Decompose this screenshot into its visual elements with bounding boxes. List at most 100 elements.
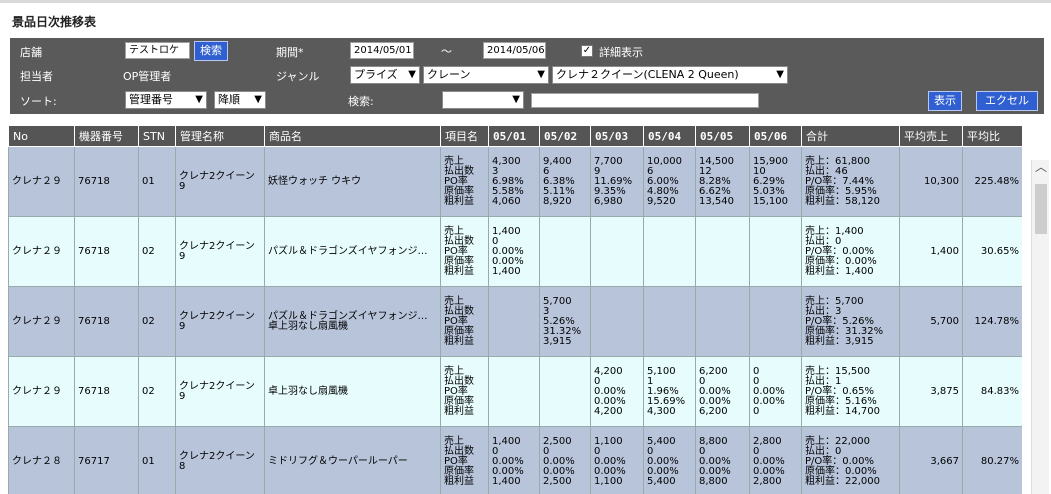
cell-0504-text: 10,000 6 6.00% 4.80% 9,520 bbox=[647, 155, 682, 207]
cell-0503: 4,200 0 0.00% 0.00% 4,200 bbox=[590, 356, 644, 427]
cell-metric-labels-text: 売上 払出数 PO率 原価率 粗利益 bbox=[444, 155, 474, 207]
cell-product-text: ミドリフグ＆ウーパールーパー bbox=[268, 455, 408, 467]
cell-product: パズル＆ドラゴンズイヤフォンジ… bbox=[264, 216, 441, 287]
cell-0506 bbox=[749, 286, 802, 357]
cell-no-text: クレナ２９ bbox=[12, 385, 62, 397]
cell-0505-text: 14,500 12 8.28% 6.62% 13,540 bbox=[699, 155, 734, 207]
search-input[interactable] bbox=[531, 93, 759, 108]
search-select[interactable]: ▼ bbox=[442, 91, 524, 109]
genre3-select[interactable]: クレナ２クイーン(CLENA 2 Queen) ▼ bbox=[552, 66, 788, 84]
cell-no: クレナ２９ bbox=[8, 356, 75, 427]
cell-avg-sales-text: 3,667 bbox=[930, 455, 959, 467]
cell-avg-sales: 5,700 bbox=[899, 286, 963, 357]
col-header-no[interactable]: No bbox=[8, 125, 75, 147]
table-row[interactable]: クレナ２８ 76717 01 クレナ2クイーン 8 ミドリフグ＆ウーパールーパー 売上 払… bbox=[8, 426, 1022, 494]
cell-machine: 76718 bbox=[74, 146, 139, 217]
cell-0505: 14,500 12 8.28% 6.62% 13,540 bbox=[695, 146, 750, 217]
store-label: 店舗 bbox=[20, 46, 42, 59]
sort-field-select[interactable]: 管理番号 ▼ bbox=[125, 91, 207, 109]
cell-0502: 9,400 6 6.38% 5.11% 8,920 bbox=[539, 146, 591, 217]
cell-0504: 5,100 1 1.96% 15.69% 4,300 bbox=[643, 356, 696, 427]
cell-mgmt-name: クレナ2クイーン 9 bbox=[175, 216, 265, 287]
cell-0506 bbox=[749, 216, 802, 287]
genre1-value: プライズ bbox=[354, 68, 398, 81]
detail-checkbox[interactable]: ✓ bbox=[581, 45, 593, 57]
cell-0504: 10,000 6 6.00% 4.80% 9,520 bbox=[643, 146, 696, 217]
col-header-stn[interactable]: STN bbox=[138, 125, 176, 147]
col-header-machine[interactable]: 機器番号 bbox=[74, 125, 139, 147]
cell-avg-sales: 3,667 bbox=[899, 426, 963, 494]
excel-button[interactable]: エクセル bbox=[976, 91, 1038, 111]
cell-machine: 76717 bbox=[74, 426, 139, 494]
cell-0503-text: 4,200 0 0.00% 0.00% 4,200 bbox=[594, 365, 626, 417]
scroll-up-arrow-icon[interactable]: ︿ bbox=[1035, 160, 1047, 174]
cell-product-text: 卓上羽なし扇風機 bbox=[268, 385, 348, 397]
cell-stn: 01 bbox=[138, 426, 176, 494]
cell-machine-text: 76718 bbox=[78, 245, 110, 257]
detail-label: 詳細表示 bbox=[599, 46, 643, 59]
cell-no-text: クレナ２８ bbox=[12, 455, 62, 467]
cell-machine-text: 76718 bbox=[78, 315, 110, 327]
period-from-input[interactable]: 2014/05/01 bbox=[350, 42, 414, 59]
cell-metric-labels-text: 売上 払出数 PO率 原価率 粗利益 bbox=[444, 295, 474, 347]
cell-mgmt-name: クレナ2クイーン 9 bbox=[175, 286, 265, 357]
col-header-avg-ratio[interactable]: 平均比 bbox=[962, 125, 1022, 147]
cell-avg-ratio: 124.78% bbox=[962, 286, 1022, 357]
cell-no-text: クレナ２９ bbox=[12, 175, 62, 187]
cell-0506: 2,800 0 0.00% 0.00% 2,800 bbox=[749, 426, 802, 494]
cell-0502-text: 9,400 6 6.38% 5.11% 8,920 bbox=[543, 155, 575, 207]
cell-no-text: クレナ２９ bbox=[12, 315, 62, 327]
cell-avg-ratio: 80.27% bbox=[962, 426, 1022, 494]
cell-no: クレナ２９ bbox=[8, 216, 75, 287]
cell-0501: 4,300 3 6.98% 5.58% 4,060 bbox=[488, 146, 540, 217]
cell-stn: 02 bbox=[138, 286, 176, 357]
genre1-select[interactable]: プライズ ▼ bbox=[350, 66, 420, 84]
cell-avg-ratio: 225.48% bbox=[962, 146, 1022, 217]
cell-0502: 2,500 0 0.00% 0.00% 2,500 bbox=[539, 426, 591, 494]
cell-no: クレナ２９ bbox=[8, 286, 75, 357]
table-row[interactable]: クレナ２９ 76718 01 クレナ2クイーン 9 妖怪ウォッチ ウキウ 売上 払出数 P… bbox=[8, 146, 1022, 217]
col-header-0504[interactable]: 05/04 bbox=[643, 125, 696, 147]
col-header-0506[interactable]: 05/06 bbox=[749, 125, 802, 147]
cell-mgmt-name: クレナ2クイーン 9 bbox=[175, 356, 265, 427]
col-header-product[interactable]: 商品名 bbox=[264, 125, 441, 147]
table-row[interactable]: クレナ２９ 76718 02 クレナ2クイーン 9 パズル＆ドラゴンズイヤフォンジ… 売上… bbox=[8, 216, 1022, 287]
period-to-input[interactable]: 2014/05/06 bbox=[483, 42, 546, 59]
cell-mgmt-name-text: クレナ2クイーン 8 bbox=[179, 450, 255, 472]
cell-stn-text: 01 bbox=[142, 455, 155, 467]
scrollbar-thumb[interactable] bbox=[1035, 184, 1047, 234]
cell-0502-text: 5,700 3 5.26% 31.32% 3,915 bbox=[543, 295, 582, 347]
cell-0505-text: 6,200 0 0.00% 0.00% 6,200 bbox=[699, 365, 731, 417]
cell-0501-text: 4,300 3 6.98% 5.58% 4,060 bbox=[492, 155, 524, 207]
col-header-0501[interactable]: 05/01 bbox=[488, 125, 540, 147]
table-row[interactable]: クレナ２９ 76718 02 クレナ2クイーン 9 パズル＆ドラゴンズイヤフォンジ… 卓… bbox=[8, 286, 1022, 357]
sort-field-value: 管理番号 bbox=[129, 93, 173, 106]
cell-avg-ratio-text: 124.78% bbox=[974, 315, 1020, 327]
cell-mgmt-name: クレナ2クイーン 8 bbox=[175, 426, 265, 494]
col-header-total[interactable]: 合計 bbox=[801, 125, 900, 147]
chevron-down-icon: ▼ bbox=[254, 94, 262, 105]
col-header-0503[interactable]: 05/03 bbox=[590, 125, 644, 147]
cell-mgmt-name: クレナ2クイーン 9 bbox=[175, 146, 265, 217]
genre2-select[interactable]: クレーン ▼ bbox=[423, 66, 549, 84]
col-header-item[interactable]: 項目名 bbox=[440, 125, 489, 147]
store-search-button[interactable]: 検索 bbox=[194, 41, 228, 61]
cell-total-text: 売上：1,400 払出：0 P/O率：0.00% 原価率：0.00% 粗利益：1… bbox=[805, 225, 877, 277]
col-header-0502[interactable]: 05/02 bbox=[539, 125, 591, 147]
cell-0503: 7,700 9 11.69% 9.35% 6,980 bbox=[590, 146, 644, 217]
col-header-0505[interactable]: 05/05 bbox=[695, 125, 750, 147]
chevron-down-icon: ▼ bbox=[195, 94, 203, 105]
filter-panel: 店舗 テストロケ 検索 期間* 2014/05/01 ～ 2014/05/06 … bbox=[10, 38, 1044, 114]
store-input[interactable]: テストロケ bbox=[125, 42, 190, 59]
show-button[interactable]: 表示 bbox=[928, 91, 962, 111]
vertical-scrollbar[interactable]: ︿ bbox=[1031, 160, 1049, 494]
sort-label: ソート: bbox=[20, 95, 57, 108]
cell-0501 bbox=[488, 286, 540, 357]
col-header-mgmt-name[interactable]: 管理名称 bbox=[175, 125, 265, 147]
cell-0504-text: 5,100 1 1.96% 15.69% 4,300 bbox=[647, 365, 686, 417]
sort-order-select[interactable]: 降順 ▼ bbox=[214, 91, 266, 109]
cell-no: クレナ２８ bbox=[8, 426, 75, 494]
col-header-avg-sales[interactable]: 平均売上 bbox=[899, 125, 963, 147]
table-row[interactable]: クレナ２９ 76718 02 クレナ2クイーン 9 卓上羽なし扇風機 売上 払出数 PO率… bbox=[8, 356, 1022, 427]
cell-total: 売上：1,400 払出：0 P/O率：0.00% 原価率：0.00% 粗利益：1… bbox=[801, 216, 900, 287]
